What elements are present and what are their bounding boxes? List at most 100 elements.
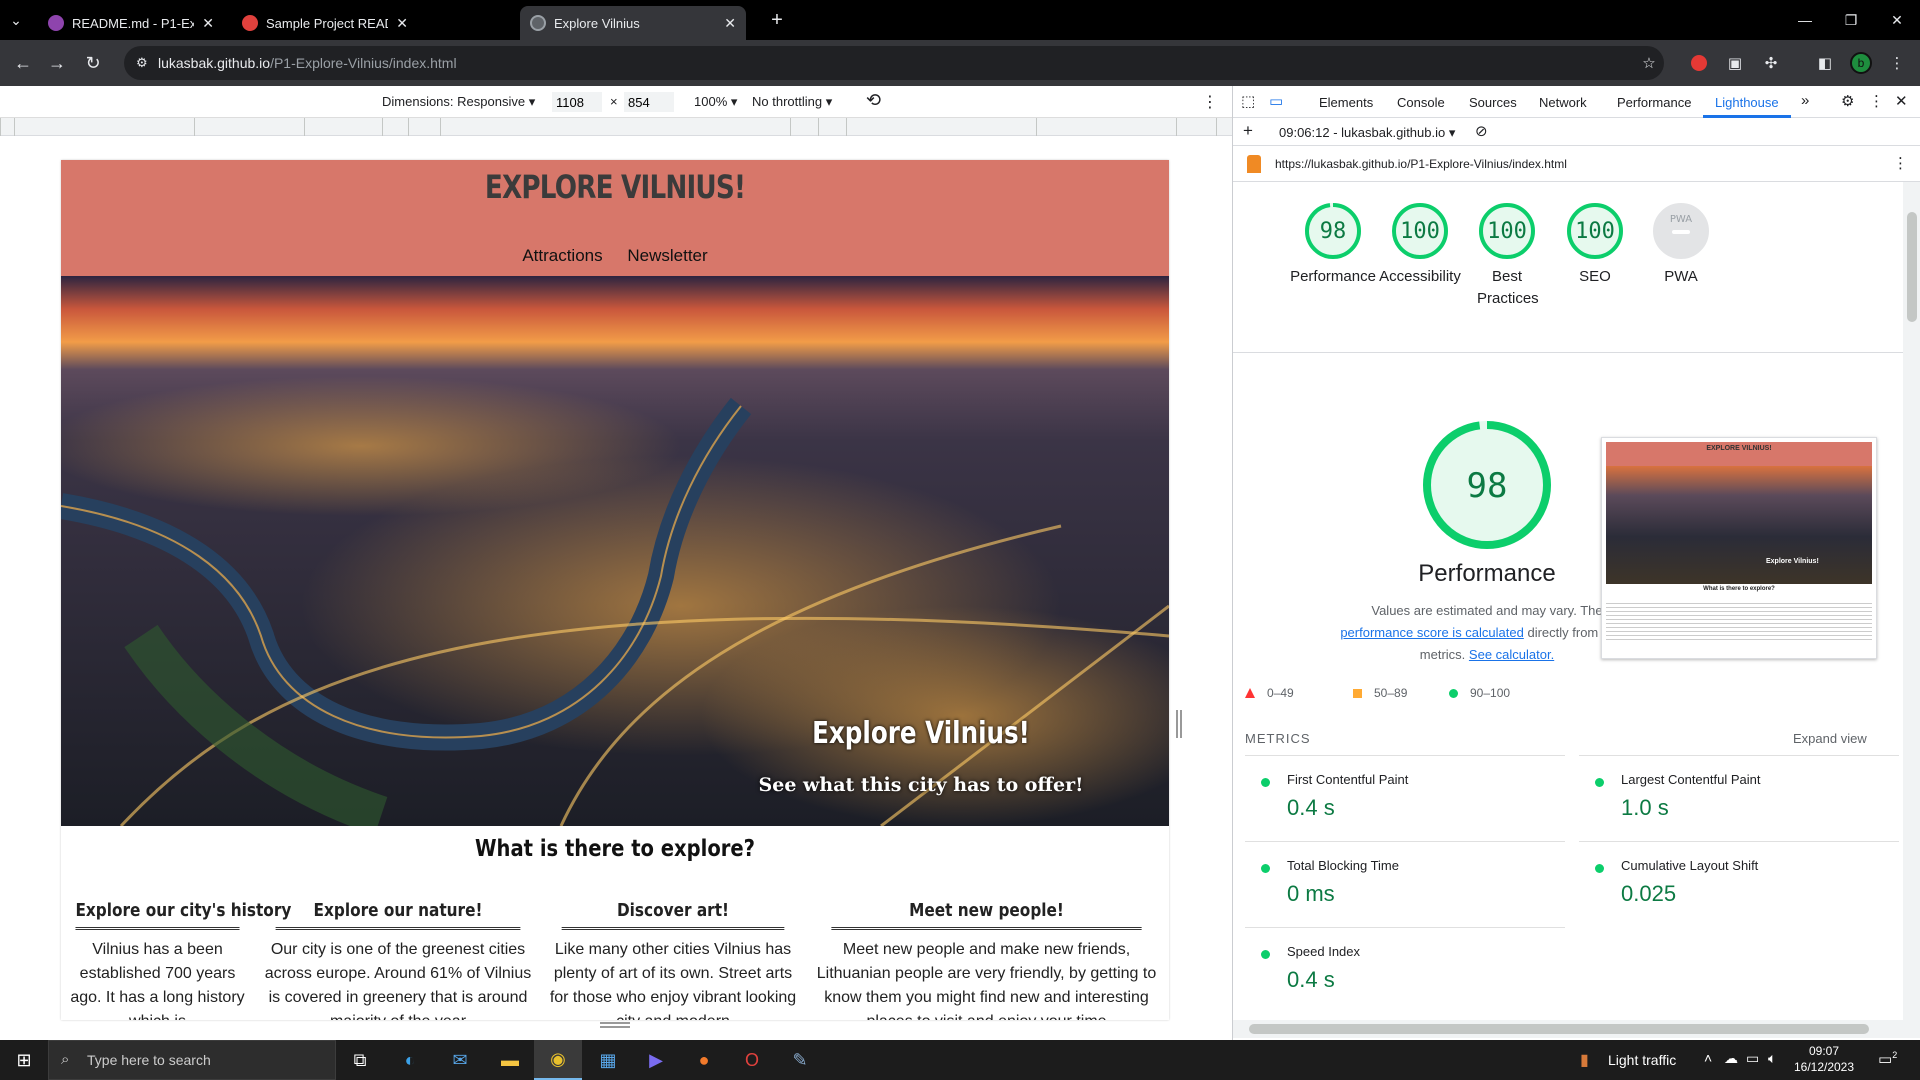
score-gauge-seo[interactable]: 100 SEO (1545, 200, 1645, 288)
url-host: lukasbak.github.io (158, 55, 271, 71)
devtools-horizontal-scrollbar[interactable] (1233, 1020, 1920, 1038)
edge-icon[interactable]: ◐ (386, 1040, 434, 1080)
report-menu-icon[interactable]: ⋮ (1893, 154, 1908, 172)
see-calculator-link[interactable]: See calculator. (1469, 647, 1554, 662)
back-icon[interactable]: ← (10, 50, 36, 76)
new-report-icon[interactable]: + (1243, 121, 1253, 141)
address-bar[interactable]: ⚙ lukasbak.github.io/P1-Explore-Vilnius/… (124, 46, 1664, 80)
close-window-icon[interactable]: ✕ (1874, 0, 1920, 40)
expand-view-button[interactable]: Expand view (1793, 731, 1867, 746)
clear-report-icon[interactable]: ⊘ (1475, 122, 1488, 140)
devtools-tab-console[interactable]: Console (1397, 95, 1445, 110)
browser-menu-icon[interactable]: ⋮ (1886, 52, 1908, 74)
feature-heading: Meet new people! (831, 900, 1142, 930)
performance-title: Performance (1418, 560, 1556, 587)
site-logo[interactable]: EXPLORE VILNIUS! (161, 168, 1070, 206)
new-tab-button[interactable]: + (754, 0, 800, 40)
site-info-icon[interactable]: ⚙ (136, 55, 148, 71)
score-gauge-best-practices[interactable]: 100 Best Practices (1457, 200, 1557, 310)
reload-icon[interactable]: ↻ (80, 50, 106, 76)
devtools-tab-network[interactable]: Network (1539, 95, 1587, 110)
tab-explore-vilnius[interactable]: Explore Vilnius ✕ (520, 6, 746, 40)
score-gauge-accessibility[interactable]: 100 Accessibility (1370, 200, 1470, 288)
width-input[interactable] (552, 92, 602, 112)
paint-icon[interactable]: ✎ (776, 1040, 824, 1080)
windows-start-icon[interactable]: ⊞ (0, 1040, 48, 1080)
show-hidden-icons-icon[interactable]: ˄ (1704, 1050, 1712, 1066)
profile-avatar[interactable]: b (1850, 52, 1872, 74)
more-tabs-icon[interactable]: » (1801, 92, 1809, 109)
network-icon[interactable]: ▭ (1746, 1050, 1759, 1067)
traffic-label[interactable]: Light traffic (1608, 1052, 1676, 1068)
report-url[interactable]: https://lukasbak.github.io/P1-Explore-Vi… (1275, 157, 1567, 171)
taskbar-search-box[interactable]: ⌕ Type here to search (48, 1040, 336, 1080)
settings-gear-icon[interactable]: ⚙ (1841, 92, 1854, 110)
pass-circle-icon (1595, 864, 1604, 873)
media-query-ruler[interactable] (0, 118, 1232, 136)
clock[interactable]: 09:07 16/12/2023 (1792, 1044, 1856, 1074)
inspect-element-icon[interactable]: ⬚ (1241, 92, 1255, 110)
fail-triangle-icon (1245, 688, 1255, 698)
dimensions-select[interactable]: Dimensions: Responsive ▾ (382, 94, 535, 110)
extensions-puzzle-icon[interactable]: ✣ (1760, 52, 1782, 74)
throttling-select[interactable]: No throttling ▾ (752, 94, 832, 110)
devtools-tab-sources[interactable]: Sources (1469, 95, 1517, 110)
viewport-resize-handle[interactable] (1176, 710, 1182, 738)
onedrive-icon[interactable]: ☁ (1724, 1050, 1738, 1067)
report-label: 09:06:12 - lukasbak.github.io (1279, 125, 1446, 140)
metrics-heading: METRICS (1245, 731, 1311, 746)
devtools-tab-lighthouse[interactable]: Lighthouse (1715, 95, 1779, 110)
score-gauge-pwa[interactable]: PWA PWA (1631, 200, 1731, 288)
chrome-icon[interactable]: ◉ (534, 1040, 582, 1080)
forward-icon[interactable]: → (44, 50, 70, 76)
extension-screen-icon[interactable]: ▣ (1724, 52, 1746, 74)
notifications-icon[interactable]: ▭2 (1878, 1050, 1897, 1068)
report-select[interactable]: 09:06:12 - lukasbak.github.io ▾ (1279, 125, 1455, 141)
task-view-icon[interactable]: ⧉ (336, 1040, 384, 1080)
volume-icon[interactable]: 🔈︎ (1768, 1050, 1776, 1067)
bookmark-star-icon[interactable]: ☆ (1638, 52, 1660, 74)
close-tab-icon[interactable]: ✕ (202, 15, 214, 32)
thumb-hero-title: Explore Vilnius! (1766, 558, 1819, 565)
metric-value: 0.4 s (1287, 967, 1335, 992)
side-panel-icon[interactable]: ◧ (1814, 52, 1836, 74)
metric-name: Largest Contentful Paint (1621, 772, 1761, 787)
zoom-select[interactable]: 100% ▾ (694, 94, 737, 110)
score-gauge-performance[interactable]: 98 Performance (1283, 200, 1383, 288)
hero-image: Explore Vilnius! See what this city has … (61, 276, 1169, 826)
report-url-bar: https://lukasbak.github.io/P1-Explore-Vi… (1233, 146, 1920, 182)
tab-search-icon[interactable]: ⌄ (0, 0, 32, 40)
devtools-tab-elements[interactable]: Elements (1319, 95, 1373, 110)
restore-icon[interactable]: ❐ (1828, 0, 1874, 40)
close-devtools-icon[interactable]: ✕ (1895, 92, 1908, 110)
firefox-icon[interactable]: ● (680, 1040, 728, 1080)
mail-icon[interactable]: ✉ (436, 1040, 484, 1080)
tab-sample-readme[interactable]: Sample Project README.md | P ✕ (232, 6, 418, 40)
close-tab-icon[interactable]: ✕ (396, 15, 408, 32)
media-player-icon[interactable]: ▶ (632, 1040, 680, 1080)
thumb-hero: Explore Vilnius! (1606, 466, 1872, 584)
store-icon[interactable]: ▦ (584, 1040, 632, 1080)
extension-red-icon[interactable] (1688, 52, 1710, 74)
tab-readme[interactable]: README.md - P1-Explore-Vilnius ✕ (38, 6, 224, 40)
device-toggle-icon[interactable]: ▭ (1269, 92, 1283, 110)
final-screenshot-thumbnail[interactable]: EXPLORE VILNIUS! Explore Vilnius! What i… (1601, 437, 1877, 659)
device-toolbar-menu-icon[interactable]: ⋮ (1202, 92, 1218, 112)
opera-icon[interactable]: O (728, 1040, 776, 1080)
minimize-icon[interactable]: — (1782, 0, 1828, 40)
nav-link-newsletter[interactable]: Newsletter (627, 246, 707, 265)
rotate-icon[interactable]: ⟲ (866, 90, 881, 111)
devtools-vertical-scrollbar[interactable] (1903, 182, 1920, 1020)
metric-name: Total Blocking Time (1287, 858, 1399, 873)
nav-link-attractions[interactable]: Attractions (522, 246, 602, 265)
viewport-bottom-resize-handle[interactable] (600, 1022, 630, 1028)
devtools-menu-icon[interactable]: ⋮ (1869, 92, 1884, 110)
devtools-tab-performance[interactable]: Performance (1617, 95, 1691, 110)
height-input[interactable] (624, 92, 674, 112)
file-explorer-icon[interactable]: ▬ (486, 1040, 534, 1080)
site-header: EXPLORE VILNIUS! Attractions Newsletter (61, 160, 1169, 276)
device-toolbar: Dimensions: Responsive ▾ × 100% ▾ No thr… (0, 86, 1232, 118)
close-tab-icon[interactable]: ✕ (724, 15, 736, 32)
windows-taskbar: ⊞ ⌕ Type here to search ⧉ ◐ ✉ ▬ ◉ ▦ ▶ ● … (0, 1040, 1920, 1080)
score-calculated-link[interactable]: performance score is calculated (1340, 625, 1524, 640)
